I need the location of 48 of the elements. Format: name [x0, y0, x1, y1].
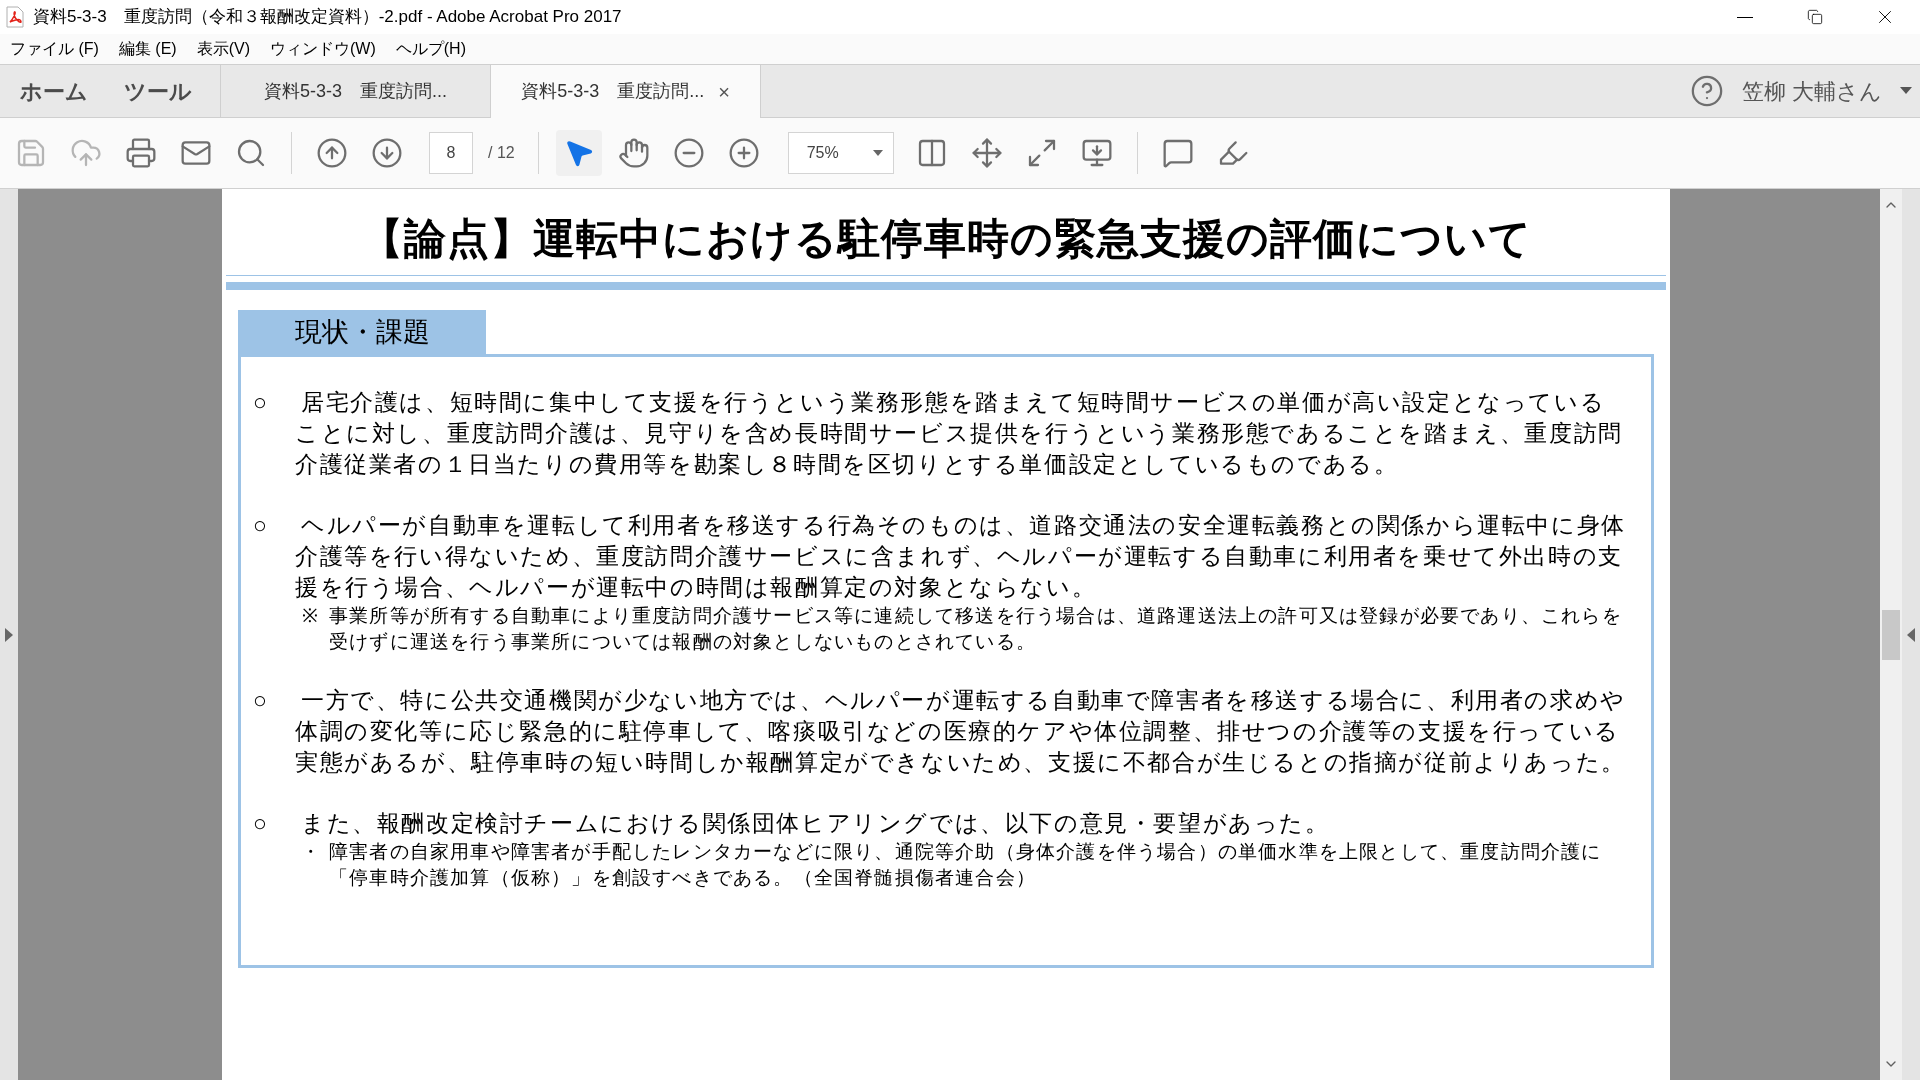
page-total: / 12: [488, 143, 515, 163]
paragraph: 居宅介護は、短時間に集中して支援を行うという業務形態を踏まえて短時間サービスの単価が高い設定となっていることに対し、重度訪問介護は、見守りを含め長時間サービス提供を行うという業務形態であることを踏まえ、重度訪問介護従業者の１日当たりの費用等を勘案し８時間を区切りとする単価設定としているものである。: [295, 388, 1624, 479]
printer-icon: [125, 137, 157, 169]
note-text: 事業所等が所有する自動車により重度訪問介護サービス等に連続して移送を行う場合は、道路運送法上の許可又は登録が必要であり、これらを受けずに運送を行う事業所については報酬の対象としないものとされている。: [329, 604, 1623, 654]
document-tab[interactable]: 資料5-3-3 重度訪問... ×: [491, 65, 761, 118]
menu-item[interactable]: 編集 (E): [110, 37, 185, 61]
bullet-marker: ○: [253, 686, 270, 715]
menu-item[interactable]: ヘルプ(H): [387, 37, 474, 61]
zoom-out-icon: [672, 137, 705, 169]
dropdown-caret-icon: [872, 150, 883, 156]
hand-icon: [617, 137, 650, 169]
paragraph: また、報酬改定検討チームにおける関係団体ヒアリングでは、以下の意見・要望があった。: [300, 809, 1330, 838]
expand-panel-arrow-icon[interactable]: [1907, 627, 1915, 642]
paragraph: 一方で、特に公共交通機関が少ない地方では、ヘルパーが運転する自動車で障害者を移送する場合に、利用者の求めや体調の変化等に応じ緊急的に駐停車して、喀痰吸引などの医療的ケアや体位調整、排せつの介護等の支援を行っている実態があるが、駐停車時の短い時間しか報酬算定ができないため、支援に不都合が生じるとの指摘が従前よりあった。: [295, 686, 1627, 777]
scrollbar[interactable]: [1880, 189, 1902, 1080]
scroll-thumb[interactable]: [1882, 609, 1900, 660]
zoom-in-icon: [727, 137, 760, 169]
dropdown-caret-icon[interactable]: [1900, 87, 1912, 95]
expand-panel-arrow-icon[interactable]: [5, 627, 13, 642]
bullet-marker: ○: [253, 388, 270, 417]
close-tab-button[interactable]: ×: [718, 76, 730, 107]
help-icon[interactable]: [1689, 74, 1724, 108]
page-heading: 【論点】運転中における駐停車時の緊急支援の評価について: [359, 214, 1533, 264]
pdf-file-icon: [5, 6, 25, 28]
menu-item[interactable]: ウィンドウ(W): [262, 37, 384, 61]
scroll-down-icon: [1080, 137, 1113, 169]
bullet-marker: ○: [253, 511, 270, 540]
nav-tab[interactable]: ツール: [124, 74, 192, 108]
minimize-icon: [1737, 16, 1753, 18]
comment-icon: [1161, 137, 1194, 169]
section-label: 現状・課題: [238, 310, 486, 354]
note-text: 障害者の自家用車や障害者が手配したレンタカーなどに限り、通院等介助（身体介護を伴う場合）の単価水準を上限として、重度訪問介護に「停車時介護加算（仮称）」を創設すべきである。（全国脊髄損傷者連合会）: [329, 840, 1603, 890]
search-icon: [235, 137, 267, 169]
restore-icon: [1807, 9, 1823, 25]
menu-item[interactable]: 表示(V): [188, 37, 258, 61]
paragraph: ヘルパーが自動車を運転して利用者を移送する行為そのものは、道路交通法の安全運転義務との関係から運転中に身体介護等を行い得ないため、重度訪問介護サービスに含まれず、ヘルパーが運転する自動車に利用者を乗せて外出時の支援を行う場合、ヘルパーが運転中の時間は報酬算定の対象とならない。: [295, 511, 1627, 602]
menu-item[interactable]: ファイル (F): [2, 37, 107, 61]
account-name[interactable]: 笠柳 大輔さん: [1741, 74, 1882, 108]
bullet-marker: ○: [253, 809, 270, 838]
zoom-dropdown[interactable]: 75%: [787, 132, 894, 174]
nav-tab[interactable]: ホーム: [20, 74, 88, 108]
note-marker: ※: [301, 604, 321, 628]
note-marker: ・: [299, 840, 323, 864]
cloud-upload-icon: [70, 137, 102, 169]
pointer-button[interactable]: [555, 130, 602, 176]
page-number-field[interactable]: 8: [429, 132, 473, 174]
save-icon: [15, 137, 47, 169]
window-title: 資料5-3-3 重度訪問（令和３報酬改定資料）-2.pdf - Adobe Acrobat Pro 2017: [33, 6, 623, 29]
